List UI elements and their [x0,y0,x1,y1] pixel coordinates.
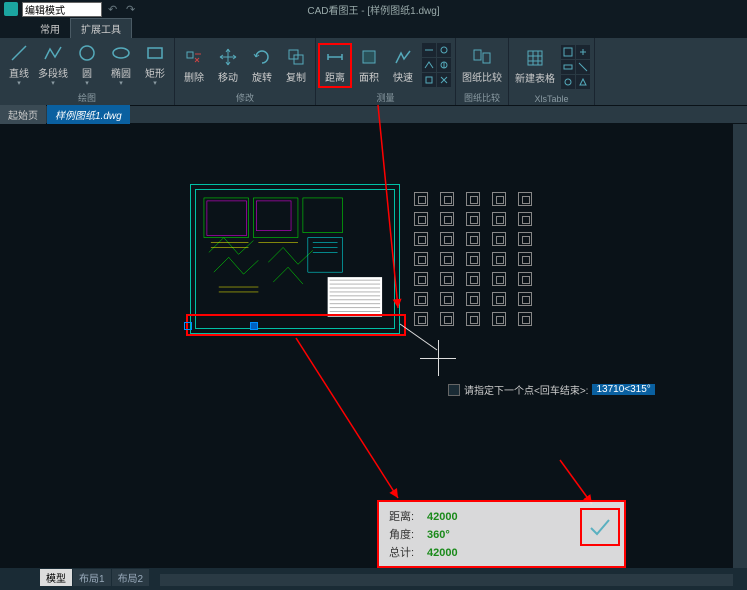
rect-button[interactable]: 矩形▾ [138,41,172,89]
ribbon: 直线▾ 多段线▾ 圆▾ 椭圆▾ 矩形▾ 绘图 删除 移动 旋转 复制 修改 距离… [0,38,747,106]
grip-icon[interactable] [250,322,258,330]
total-value: 42000 [427,544,458,562]
area-button[interactable]: 面积 [352,45,386,86]
layout-model[interactable]: 模型 [40,569,72,586]
tab-ext[interactable]: 扩展工具 [70,18,132,38]
prompt-input[interactable]: 13710<315° [592,384,654,395]
doc-tab-file[interactable]: 样例图纸1.dwg [47,105,130,124]
selection-highlight [186,314,406,336]
angle-value: 360° [427,526,450,544]
layout-2[interactable]: 布局2 [112,569,150,586]
undo-icon[interactable]: ↶ [108,3,120,15]
line-button[interactable]: 直线▾ [2,41,36,89]
vertical-scrollbar[interactable] [733,124,747,568]
copy-button[interactable]: 复制 [279,45,313,86]
compare-button[interactable]: 图纸比较 [458,45,506,86]
result-panel: 距离:42000 角度:360° 总计:42000 [377,500,626,568]
dist-value: 42000 [427,508,458,526]
check-icon [587,514,613,540]
distance-button[interactable]: 距离 [318,43,352,88]
delete-button[interactable]: 删除 [177,45,211,86]
prompt-icon [448,384,460,396]
ribbon-tabs: 常用 扩展工具 [0,18,747,38]
move-button[interactable]: 移动 [211,45,245,86]
prompt-text: 请指定下一个点<回车结束>: [464,382,588,397]
thumbnail-icon[interactable] [414,192,428,206]
group-compare-label: 图纸比较 [464,90,500,105]
grip-icon[interactable] [184,322,192,330]
circle-button[interactable]: 圆▾ [70,41,104,89]
dist-label: 距离: [389,508,427,526]
redo-icon[interactable]: ↷ [126,3,138,15]
newtable-button[interactable]: 新建表格 [511,46,559,87]
window-title: CAD看图王 - [样例图纸1.dwg] [307,2,439,17]
crosshair-cursor [420,340,456,376]
command-prompt: 请指定下一个点<回车结束>: 13710<315° [448,382,655,397]
polyline-button[interactable]: 多段线▾ [36,41,70,89]
angle-label: 角度: [389,526,427,544]
app-logo [4,2,18,16]
tab-home[interactable]: 常用 [30,19,70,38]
measure-extras[interactable] [420,41,453,89]
total-label: 总计: [389,544,427,562]
drawing-frame [190,184,400,334]
quick-button[interactable]: 快速 [386,45,420,86]
rotate-button[interactable]: 旋转 [245,45,279,86]
layout-1[interactable]: 布局1 [73,569,111,586]
group-xls-label: XlsTable [534,93,568,105]
horizontal-scrollbar[interactable] [160,574,733,586]
xls-extras[interactable] [559,43,592,91]
doc-tab-start[interactable]: 起始页 [0,105,46,124]
group-modify-label: 修改 [236,90,254,105]
ellipse-button[interactable]: 椭圆▾ [104,41,138,89]
confirm-button[interactable] [580,508,620,546]
mode-selector[interactable]: 编辑模式 [22,2,102,17]
group-measure-label: 测量 [376,90,394,105]
group-draw-label: 绘图 [78,90,96,105]
thumbnail-grid [414,192,536,326]
